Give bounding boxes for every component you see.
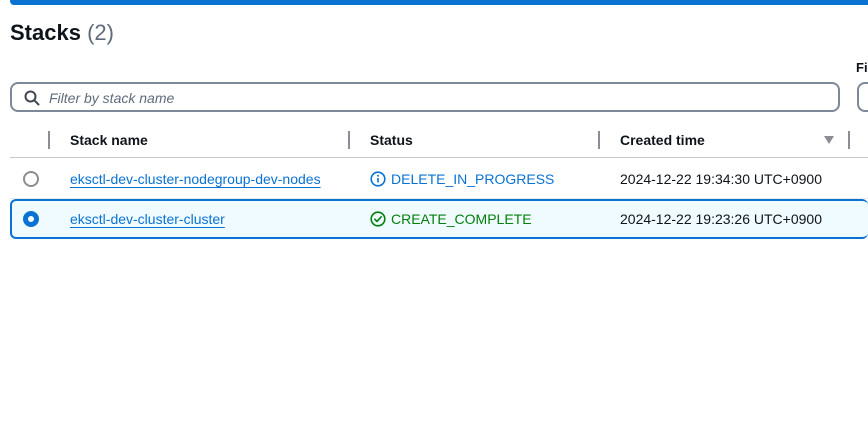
- filter-side-label: Fi: [856, 60, 868, 75]
- success-check-icon: [370, 211, 386, 227]
- page-title-text: Stacks: [10, 20, 81, 45]
- sort-descending-icon[interactable]: [824, 136, 834, 144]
- status-indicator: CREATE_COMPLETE: [370, 211, 532, 227]
- row-select-radio-checked[interactable]: [23, 211, 39, 227]
- column-divider[interactable]: [848, 131, 850, 149]
- column-header-stack-name[interactable]: Stack name: [70, 132, 148, 148]
- row-select-radio[interactable]: [23, 171, 39, 187]
- table-header: Stack name Status Created time: [10, 126, 868, 158]
- status-text: DELETE_IN_PROGRESS: [391, 171, 555, 187]
- created-time: 2024-12-22 19:23:26 UTC+0900: [620, 211, 822, 227]
- filter-select[interactable]: [857, 82, 868, 112]
- stack-name-link[interactable]: eksctl-dev-cluster-nodegroup-dev-nodes: [70, 171, 321, 187]
- column-header-status[interactable]: Status: [370, 132, 413, 148]
- column-divider[interactable]: [598, 131, 600, 149]
- page-title: Stacks (2): [10, 20, 114, 46]
- status-indicator: DELETE_IN_PROGRESS: [370, 171, 554, 187]
- search-input[interactable]: Filter by stack name: [49, 90, 174, 106]
- top-accent-bar: [10, 0, 868, 5]
- stack-count: (2): [87, 20, 114, 45]
- search-icon: [24, 90, 40, 106]
- stack-name-link[interactable]: eksctl-dev-cluster-cluster: [70, 211, 225, 227]
- created-time: 2024-12-22 19:34:30 UTC+0900: [620, 171, 822, 187]
- status-text: CREATE_COMPLETE: [391, 211, 532, 227]
- info-icon: [370, 171, 386, 187]
- column-divider[interactable]: [348, 131, 350, 149]
- column-divider[interactable]: [48, 131, 50, 149]
- column-header-created-time[interactable]: Created time: [620, 132, 705, 148]
- search-field[interactable]: Filter by stack name: [10, 82, 840, 112]
- table-row-selected[interactable]: eksctl-dev-cluster-cluster CREATE_COMPLE…: [10, 199, 868, 239]
- table-row[interactable]: eksctl-dev-cluster-nodegroup-dev-nodes D…: [10, 159, 868, 199]
